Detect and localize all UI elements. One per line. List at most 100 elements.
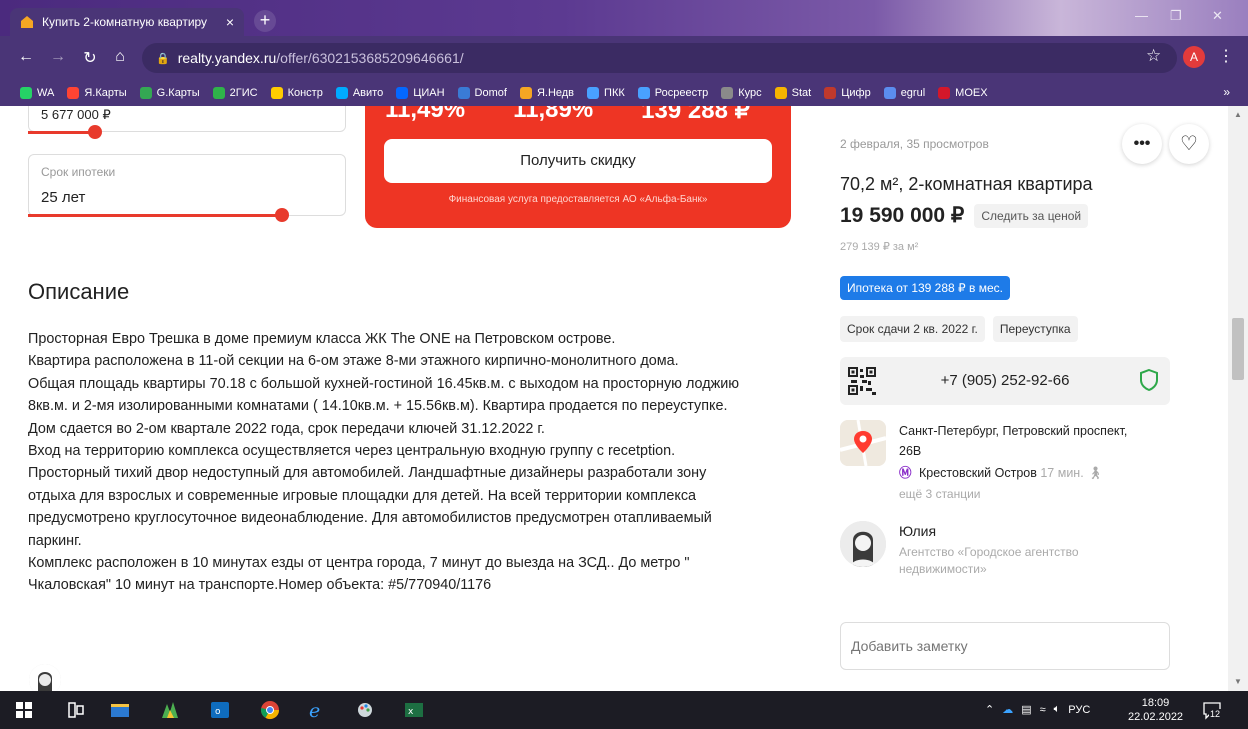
- bookmark-item[interactable]: Констр: [270, 87, 323, 99]
- bookmark-item[interactable]: Stat: [774, 87, 812, 99]
- internet-explorer-icon[interactable]: e: [308, 700, 328, 720]
- bookmark-label: MOEX: [955, 87, 988, 99]
- price-field[interactable]: 5 677 000 ₽: [28, 106, 346, 132]
- price-slider-handle[interactable]: [88, 125, 102, 139]
- description-line: Общая площадь квартиры 70.18 с большой к…: [28, 375, 740, 392]
- bookmark-label: Stat: [791, 87, 812, 99]
- bookmark-favicon-icon: [637, 87, 650, 99]
- outlook-icon[interactable]: o: [210, 700, 230, 720]
- chart-app-icon[interactable]: [160, 700, 180, 720]
- home-icon[interactable]: ⌂: [110, 48, 130, 66]
- network-icon[interactable]: ▤: [1021, 703, 1031, 716]
- description-line: Просторная Евро Трешка в доме премиум кл…: [28, 331, 616, 347]
- bookmark-item[interactable]: Domof: [457, 87, 507, 99]
- bookmark-label: Курс: [738, 87, 762, 99]
- page-scrollbar[interactable]: ▲ ▼: [1228, 106, 1248, 691]
- add-note-input[interactable]: [840, 622, 1170, 670]
- profile-avatar[interactable]: A: [1183, 46, 1205, 68]
- bookmark-item[interactable]: Курс: [721, 87, 762, 99]
- bookmark-item[interactable]: ПКК: [587, 87, 625, 99]
- bookmark-item[interactable]: Росреестр: [637, 87, 708, 99]
- keyboard-language[interactable]: РУС: [1068, 704, 1090, 716]
- rate-1: 11,49%: [385, 106, 466, 123]
- onedrive-icon[interactable]: ☁: [1002, 703, 1013, 716]
- bookmark-favicon-icon: [67, 87, 80, 99]
- close-tab-icon[interactable]: ×: [226, 14, 234, 30]
- new-tab-button[interactable]: +: [254, 10, 276, 32]
- notification-center[interactable]: 12: [1202, 700, 1222, 720]
- person-icon: [840, 521, 886, 567]
- browser-titlebar: Купить 2-комнатную квартиру × + — ❐ ✕: [0, 0, 1248, 36]
- excel-icon[interactable]: x: [404, 700, 424, 720]
- description-line: Чкаловская" 10 минут на транспорте.Номер…: [28, 577, 492, 594]
- term-slider-handle[interactable]: [275, 208, 289, 222]
- description-line: Просторный тихий двор недоступный для ав…: [28, 465, 707, 482]
- scrollbar-thumb[interactable]: [1232, 318, 1244, 380]
- offer-heading: 70,2 м², 2-комнатная квартира: [840, 174, 1093, 194]
- agent-name[interactable]: Юлия: [899, 523, 936, 539]
- bookmark-item[interactable]: Я.Карты: [67, 87, 127, 99]
- yandex-realty-icon: [21, 16, 33, 28]
- tray-expand-icon[interactable]: ⌃: [985, 703, 994, 716]
- walking-icon: 🚶︎: [1087, 466, 1104, 480]
- browser-menu-icon[interactable]: ⋮: [1218, 46, 1234, 66]
- browser-tab[interactable]: Купить 2-комнатную квартиру ×: [10, 8, 244, 36]
- mortgage-term-field[interactable]: Срок ипотеки 25 лет: [28, 154, 346, 216]
- bookmarks-overflow-icon[interactable]: »: [1223, 85, 1230, 99]
- bookmark-favicon-icon: [396, 87, 409, 99]
- author-avatar: [29, 664, 61, 691]
- chrome-icon[interactable]: [260, 700, 280, 720]
- windows-start-icon[interactable]: [14, 700, 34, 720]
- get-discount-button[interactable]: Получить скидку: [384, 139, 772, 183]
- back-icon[interactable]: ←: [16, 48, 36, 66]
- bookmark-item[interactable]: Авито: [335, 87, 383, 99]
- svg-text:e: e: [309, 700, 320, 720]
- system-clock[interactable]: 18:09 22.02.2022: [1128, 696, 1183, 724]
- maximize-icon[interactable]: ❐: [1170, 8, 1182, 24]
- bookmark-label: ЦИАН: [413, 87, 445, 99]
- reload-icon[interactable]: ↻: [80, 48, 100, 68]
- paint-icon[interactable]: [356, 700, 376, 720]
- description-line: паркинг.: [28, 532, 82, 549]
- scroll-up-icon[interactable]: ▲: [1234, 110, 1242, 119]
- scroll-down-icon[interactable]: ▼: [1234, 677, 1242, 686]
- description-title: Описание: [28, 279, 130, 304]
- volume-icon[interactable]: 🔈︎: [1054, 703, 1061, 716]
- description-line: предусмотрено круглосуточное видеонаблюд…: [28, 510, 712, 527]
- bookmark-item[interactable]: Я.Недв: [519, 87, 574, 99]
- bookmark-item[interactable]: G.Карты: [139, 87, 200, 99]
- bookmark-favicon-icon: [774, 87, 787, 99]
- price-row: 19 590 000 ₽ Следить за ценой: [840, 203, 1089, 228]
- favorite-heart-icon[interactable]: ♡: [1169, 124, 1209, 164]
- bookmark-label: Я.Карты: [84, 87, 127, 99]
- monthly-payment: 139 288 ₽: [641, 106, 750, 124]
- metro-icon: Ⓜ: [899, 466, 912, 480]
- mortgage-badge[interactable]: Ипотека от 139 288 ₽ в мес.: [840, 276, 1010, 300]
- minimize-icon[interactable]: —: [1135, 8, 1148, 23]
- price-slider-track: [28, 131, 94, 134]
- bookmark-item[interactable]: MOEX: [938, 87, 988, 99]
- bookmark-item[interactable]: ЦИАН: [396, 87, 445, 99]
- more-stations-link[interactable]: ещё 3 станции: [899, 487, 981, 501]
- bookmark-item[interactable]: egrul: [883, 87, 925, 99]
- forward-icon[interactable]: →: [48, 48, 68, 66]
- agency-name[interactable]: Агентство «Городское агентство недвижимо…: [899, 544, 1129, 578]
- wifi-icon[interactable]: ≈: [1040, 704, 1046, 716]
- metro-station: Крестовский Остров: [919, 466, 1037, 480]
- address-bar[interactable]: 🔒 realty.yandex.ru /offer/63021536852096…: [142, 43, 1177, 73]
- completion-chip: Срок сдачи 2 кв. 2022 г.: [840, 316, 985, 342]
- close-window-icon[interactable]: ✕: [1212, 8, 1223, 24]
- metro-time: 17 мин.: [1040, 466, 1084, 480]
- more-options-button[interactable]: •••: [1122, 124, 1162, 164]
- phone-button[interactable]: +7 (905) 252-92-66: [840, 357, 1170, 405]
- bookmark-favicon-icon: [139, 87, 152, 99]
- offer-meta: 2 февраля, 35 просмотров: [840, 137, 989, 151]
- watch-price-button[interactable]: Следить за ценой: [974, 203, 1089, 228]
- bookmark-star-icon[interactable]: ☆: [1146, 46, 1161, 66]
- bookmark-item[interactable]: 2ГИС: [212, 87, 258, 99]
- task-view-icon[interactable]: [66, 700, 86, 720]
- file-explorer-icon[interactable]: [110, 700, 130, 720]
- bookmark-item[interactable]: Цифр: [824, 87, 871, 99]
- bookmark-item[interactable]: WA: [20, 87, 54, 99]
- map-thumbnail[interactable]: [840, 420, 886, 466]
